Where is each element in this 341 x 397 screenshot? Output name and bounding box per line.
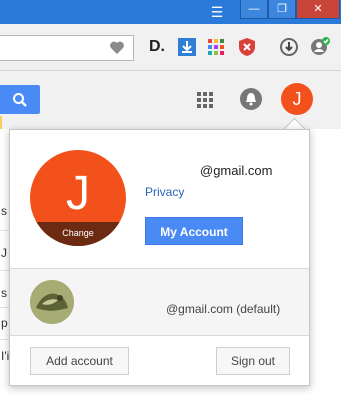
privacy-link[interactable]: Privacy xyxy=(145,185,184,199)
sign-out-button[interactable]: Sign out xyxy=(216,347,290,375)
close-button[interactable]: ✕ xyxy=(296,0,340,19)
heart-icon[interactable] xyxy=(109,40,125,56)
d-icon[interactable]: D. xyxy=(146,36,168,58)
apps-grid-icon[interactable] xyxy=(196,91,214,109)
gmail-header: J xyxy=(0,71,341,129)
minimize-button[interactable]: — xyxy=(240,0,268,19)
change-photo-button[interactable]: Change xyxy=(30,222,126,246)
colorgrid-icon[interactable] xyxy=(205,36,227,58)
account-avatar[interactable]: J xyxy=(281,83,313,115)
divider xyxy=(10,335,309,336)
background-text: J xyxy=(1,246,7,260)
avatar-letter: J xyxy=(66,167,90,220)
address-bar[interactable] xyxy=(0,35,134,61)
account-popup: J Change @gmail.com Privacy My Account @… xyxy=(9,129,310,386)
clock-download-icon[interactable] xyxy=(278,36,300,58)
background-text: s xyxy=(1,286,7,300)
restore-button[interactable]: ❐ xyxy=(268,0,296,19)
window-titlebar: ☰ — ❐ ✕ xyxy=(0,0,341,24)
bell-icon[interactable] xyxy=(240,88,262,110)
search-button[interactable] xyxy=(0,85,40,114)
add-account-button[interactable]: Add account xyxy=(30,347,129,375)
search-icon xyxy=(13,92,27,107)
browser-toolbar: D. xyxy=(0,24,341,71)
secondary-account-email: @gmail.com (default) xyxy=(166,302,281,316)
account-email: @gmail.com xyxy=(200,163,273,178)
background-text: p xyxy=(1,316,8,330)
hamburger-icon[interactable]: ☰ xyxy=(206,2,228,22)
secondary-account-row[interactable]: @gmail.com (default) xyxy=(10,269,309,335)
window-controls: — ❐ ✕ xyxy=(240,0,340,20)
background-text: s xyxy=(1,204,7,218)
download-icon[interactable] xyxy=(176,36,198,58)
account-check-icon[interactable] xyxy=(309,36,331,58)
profile-avatar[interactable]: J Change xyxy=(30,150,126,246)
my-account-button[interactable]: My Account xyxy=(145,217,243,245)
shield-x-icon[interactable] xyxy=(236,36,258,58)
secondary-avatar xyxy=(30,280,74,324)
